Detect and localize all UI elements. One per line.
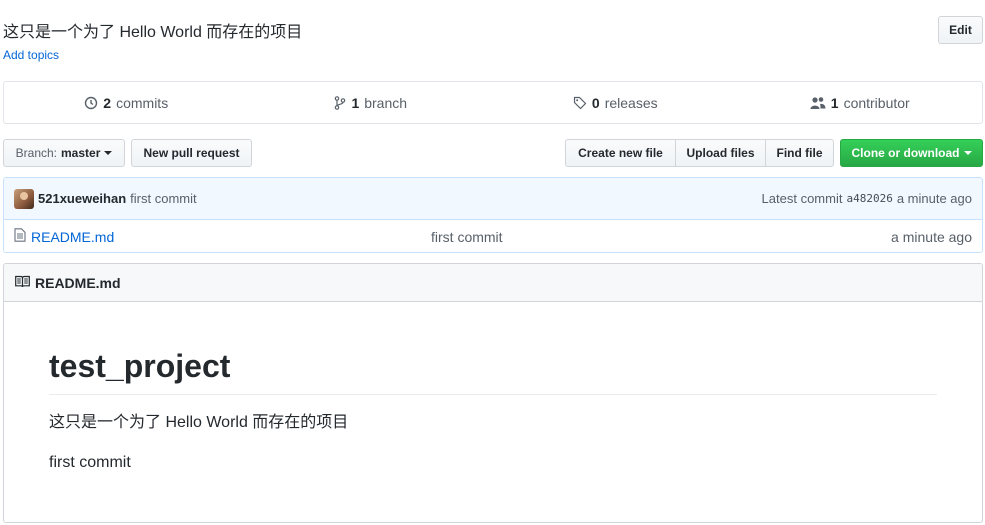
commit-author-link[interactable]: 521xueweihan <box>38 191 126 206</box>
commits-label: commits <box>116 94 169 111</box>
find-file-button[interactable]: Find file <box>765 139 834 167</box>
branch-name: master <box>61 146 101 160</box>
add-topics-link[interactable]: Add topics <box>3 48 59 62</box>
latest-commit-bar: 521xueweihan first commit Latest commit … <box>4 178 982 220</box>
clone-label: Clone or download <box>851 146 960 160</box>
git-branch-icon <box>334 95 346 110</box>
readme-content: test_project 这只是一个为了 Hello World 而存在的项目 … <box>4 302 982 475</box>
file-age: a minute ago <box>891 228 972 245</box>
caret-down-icon <box>104 151 113 155</box>
commit-age: a minute ago <box>896 191 972 206</box>
commit-message-link[interactable]: first commit <box>130 191 196 206</box>
readme-header: README.md <box>4 264 982 302</box>
avatar[interactable] <box>14 188 34 209</box>
contributor-label: contributor <box>843 94 910 111</box>
commits-count: 2 <box>103 94 112 111</box>
commit-sha-link[interactable]: a482026 <box>846 192 892 205</box>
caret-down-icon <box>963 151 972 155</box>
table-row: README.md first commit a minute ago <box>4 220 982 252</box>
new-pull-request-button[interactable]: New pull request <box>131 139 252 167</box>
branch-label: branch <box>364 94 408 111</box>
branches-link[interactable]: 1 branch <box>249 95 494 111</box>
book-icon <box>15 275 30 291</box>
latest-commit-label: Latest commit <box>761 191 843 206</box>
readme-filename: README.md <box>35 274 121 291</box>
file-commit-message-link[interactable]: first commit <box>431 229 891 245</box>
file-navigation-table: 521xueweihan first commit Latest commit … <box>3 177 983 253</box>
readme-panel: README.md test_project 这只是一个为了 Hello Wor… <box>3 263 983 523</box>
upload-files-button[interactable]: Upload files <box>675 139 766 167</box>
clone-or-download-button[interactable]: Clone or download <box>840 139 983 167</box>
commits-link[interactable]: 2 commits <box>4 95 249 111</box>
readme-paragraph: 这只是一个为了 Hello World 而存在的项目 <box>49 414 349 431</box>
repo-numbers-summary: 2 commits 1 branch 0 releases 1 contribu… <box>3 81 983 124</box>
releases-count: 0 <box>591 94 600 111</box>
contributor-count: 1 <box>830 94 839 111</box>
file-icon <box>14 228 26 245</box>
branch-prefix-label: Branch: <box>15 146 57 160</box>
edit-description-button[interactable]: Edit <box>938 16 983 44</box>
history-icon <box>84 96 98 110</box>
people-icon <box>810 96 826 110</box>
repo-description: 这只是一个为了 Hello World 而存在的项目 <box>3 24 303 41</box>
readme-paragraph: first commit <box>49 454 131 471</box>
tag-icon <box>573 96 587 110</box>
contributors-link[interactable]: 1 contributor <box>738 95 983 111</box>
file-name-link[interactable]: README.md <box>31 229 431 245</box>
branch-count: 1 <box>351 94 360 111</box>
branch-select-button[interactable]: Branch: master <box>3 139 125 167</box>
create-new-file-button[interactable]: Create new file <box>565 139 676 167</box>
releases-label: releases <box>604 94 658 111</box>
releases-link[interactable]: 0 releases <box>493 95 738 111</box>
readme-title: test_project <box>49 348 937 395</box>
